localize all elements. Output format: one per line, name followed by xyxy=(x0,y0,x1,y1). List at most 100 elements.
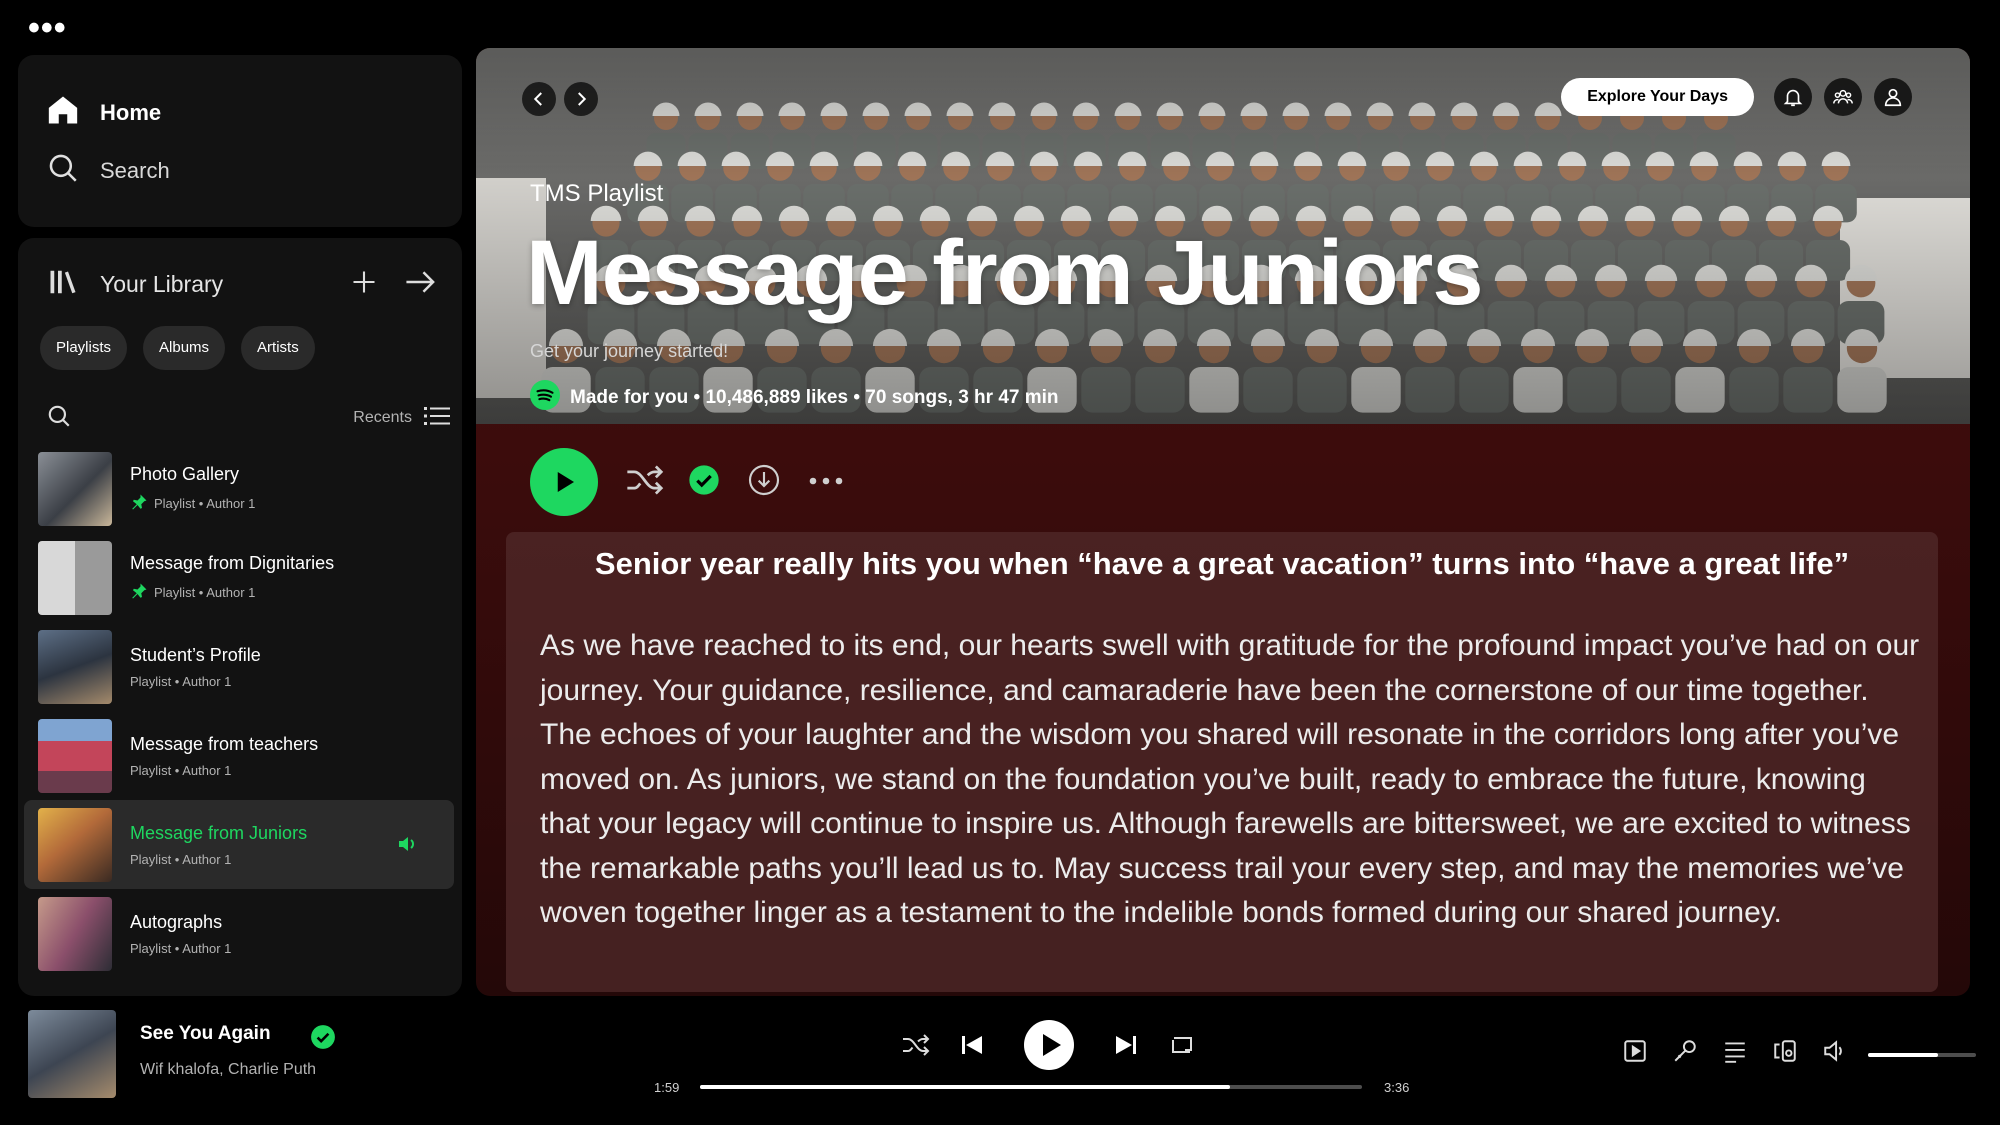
message-heading: Senior year really hits you when “have a… xyxy=(594,546,1850,581)
header-actions: Explore Your Days xyxy=(1561,78,1912,116)
library-tools: Recents xyxy=(46,398,450,438)
liked-check-icon[interactable] xyxy=(310,1024,336,1055)
more-options-icon[interactable] xyxy=(808,473,844,491)
download-icon[interactable] xyxy=(748,464,780,501)
volume-slider-fill xyxy=(1868,1053,1939,1057)
player-shuffle-icon[interactable] xyxy=(900,1034,932,1056)
notifications-button[interactable] xyxy=(1774,78,1812,116)
user-icon xyxy=(1884,88,1902,107)
recents-label: Recents xyxy=(353,409,412,426)
next-track-icon[interactable] xyxy=(1110,1032,1142,1058)
progress-bar-fill xyxy=(700,1085,1230,1089)
volume-slider[interactable] xyxy=(1868,1053,1976,1057)
library-item-sub: Playlist • Author 1 xyxy=(154,495,256,511)
library-item-autographs[interactable]: Autographs Playlist • Author 1 xyxy=(24,889,454,978)
chip-artists[interactable]: Artists xyxy=(241,326,315,370)
library-item-name: Photo Gallery xyxy=(130,463,240,484)
bell-icon xyxy=(1783,89,1803,107)
library-item-name: Student’s Profile xyxy=(130,644,261,665)
playlist-controls xyxy=(530,448,844,516)
pin-icon xyxy=(130,582,148,603)
home-icon xyxy=(46,93,80,132)
queue-icon[interactable] xyxy=(1722,1038,1748,1069)
now-playing-title[interactable]: See You Again xyxy=(140,1023,271,1045)
player-controls xyxy=(900,1020,1198,1070)
playlist-meta-text: Made for you • 10,486,889 likes • 70 son… xyxy=(570,387,1059,408)
app-menu-icon[interactable]: ••• xyxy=(28,11,67,45)
saved-check-icon[interactable] xyxy=(688,464,720,501)
previous-track-icon[interactable] xyxy=(956,1032,988,1058)
library-icon[interactable] xyxy=(48,267,78,302)
connect-device-icon[interactable] xyxy=(1772,1038,1798,1069)
chip-playlists[interactable]: Playlists xyxy=(40,326,128,370)
library-item-sub: Playlist • Author 1 xyxy=(130,673,232,689)
library-panel: Your Library Playlists Albums Artists Re… xyxy=(18,238,462,996)
friend-activity-button[interactable] xyxy=(1824,78,1862,116)
player-play-button[interactable] xyxy=(1024,1020,1074,1070)
library-item-name: Autographs xyxy=(130,911,223,932)
playlist-description: Get your journey started! xyxy=(530,341,729,361)
library-item-photo-gallery[interactable]: Photo Gallery Playlist • Author 1 xyxy=(24,444,454,533)
nav-home-label: Home xyxy=(100,99,162,125)
playlist-type: TMS Playlist xyxy=(530,180,664,207)
playlist-thumbnail xyxy=(38,718,112,793)
message-card: Senior year really hits you when “have a… xyxy=(506,532,1938,992)
playlist-thumbnail xyxy=(38,451,112,526)
total-duration: 3:36 xyxy=(1384,1080,1410,1095)
library-item-sub: Playlist • Author 1 xyxy=(130,851,232,867)
library-title[interactable]: Your Library xyxy=(100,271,223,298)
library-item-message-from-juniors[interactable]: Message from Juniors Playlist • Author 1 xyxy=(24,800,454,889)
playlist-thumbnail xyxy=(38,540,112,615)
chevron-left-icon xyxy=(533,92,542,106)
playlist-hero: Explore Your Days TMS Playlist Message f… xyxy=(476,48,1970,424)
now-playing-artists[interactable]: Wif khalofa, Charlie Puth xyxy=(140,1061,316,1079)
playlist-thumbnail xyxy=(38,807,112,882)
main-panel: Explore Your Days TMS Playlist Message f… xyxy=(476,48,1970,996)
extra-controls xyxy=(1622,1038,1848,1069)
playlist-meta: Made for you • 10,486,889 likes • 70 son… xyxy=(530,380,1059,416)
library-filter-chips: Playlists Albums Artists xyxy=(40,326,315,370)
nav-search-label: Search xyxy=(100,157,170,183)
library-item-sub: Playlist • Author 1 xyxy=(130,762,232,778)
library-item-name: Message from Dignitaries xyxy=(130,552,335,573)
progress-bar[interactable] xyxy=(700,1085,1362,1089)
chip-albums[interactable]: Albums xyxy=(143,326,226,370)
repeat-icon[interactable] xyxy=(1166,1034,1198,1056)
forward-button[interactable] xyxy=(564,82,598,116)
play-button[interactable] xyxy=(530,448,598,516)
playlist-thumbnail xyxy=(38,896,112,971)
profile-button[interactable] xyxy=(1874,78,1912,116)
recents-sort[interactable]: Recents xyxy=(353,405,450,432)
nav-search[interactable]: Search xyxy=(46,151,170,190)
library-item-message-from-dignitaries[interactable]: Message from Dignitaries Playlist • Auth… xyxy=(24,533,454,622)
list-icon xyxy=(424,405,450,432)
search-icon xyxy=(46,151,80,190)
playlist-thumbnail xyxy=(38,629,112,704)
pin-icon xyxy=(130,493,148,514)
elapsed-time: 1:59 xyxy=(654,1080,680,1095)
spotify-logo-icon xyxy=(530,380,560,416)
library-item-message-from-teachers[interactable]: Message from teachers Playlist • Author … xyxy=(24,711,454,800)
playlist-title: Message from Juniors xyxy=(526,222,1484,324)
library-item-students-profile[interactable]: Student’s Profile Playlist • Author 1 xyxy=(24,622,454,711)
shuffle-icon[interactable] xyxy=(626,464,664,500)
now-playing-view-icon[interactable] xyxy=(1622,1038,1648,1069)
play-icon xyxy=(557,472,574,492)
library-search-icon[interactable] xyxy=(46,403,72,434)
history-nav xyxy=(522,82,598,116)
library-item-name: Message from teachers xyxy=(130,733,319,754)
chevron-right-icon xyxy=(578,92,587,106)
library-item-sub: Playlist • Author 1 xyxy=(154,584,256,600)
explore-your-days-button[interactable]: Explore Your Days xyxy=(1561,78,1754,116)
now-playing-cover[interactable] xyxy=(28,1010,116,1098)
lyrics-mic-icon[interactable] xyxy=(1672,1038,1698,1069)
message-body: As we have reached to its end, our heart… xyxy=(540,629,1920,929)
friends-icon xyxy=(1833,89,1853,104)
nav-home[interactable]: Home xyxy=(46,93,161,132)
arrow-right-icon[interactable] xyxy=(404,267,438,302)
back-button[interactable] xyxy=(522,82,556,116)
library-item-name: Message from Juniors xyxy=(130,822,308,843)
volume-icon[interactable] xyxy=(1822,1038,1848,1069)
library-list: Photo Gallery Playlist • Author 1 Messag… xyxy=(24,444,454,978)
plus-icon[interactable] xyxy=(350,268,378,301)
